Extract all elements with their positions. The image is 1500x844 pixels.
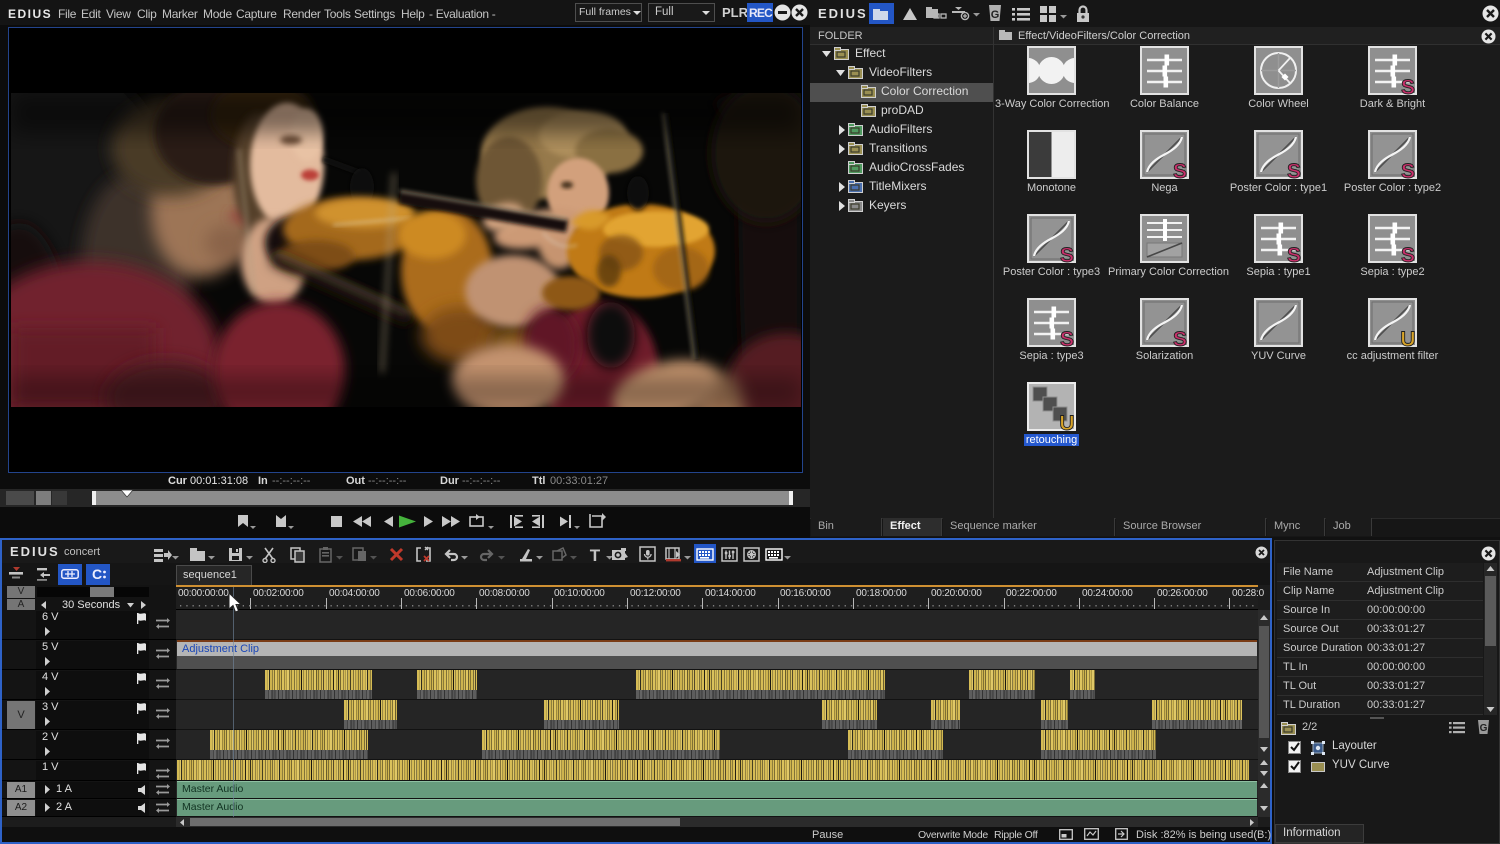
svg-text:U: U xyxy=(1400,328,1415,351)
svg-text:S: S xyxy=(1401,244,1415,267)
svg-text:S: S xyxy=(1060,244,1074,267)
svg-text:S: S xyxy=(1401,76,1415,99)
svg-text:S: S xyxy=(1287,160,1301,183)
svg-text:U: U xyxy=(1059,412,1074,435)
svg-text:G: G xyxy=(1480,723,1488,734)
svg-text:S: S xyxy=(1401,160,1415,183)
svg-text:C: C xyxy=(92,567,102,581)
svg-text:S: S xyxy=(1287,244,1301,267)
svg-text:S: S xyxy=(1060,328,1074,351)
svg-text:G: G xyxy=(991,9,1000,21)
svg-text:S: S xyxy=(1173,328,1187,351)
svg-text:S: S xyxy=(1173,160,1187,183)
